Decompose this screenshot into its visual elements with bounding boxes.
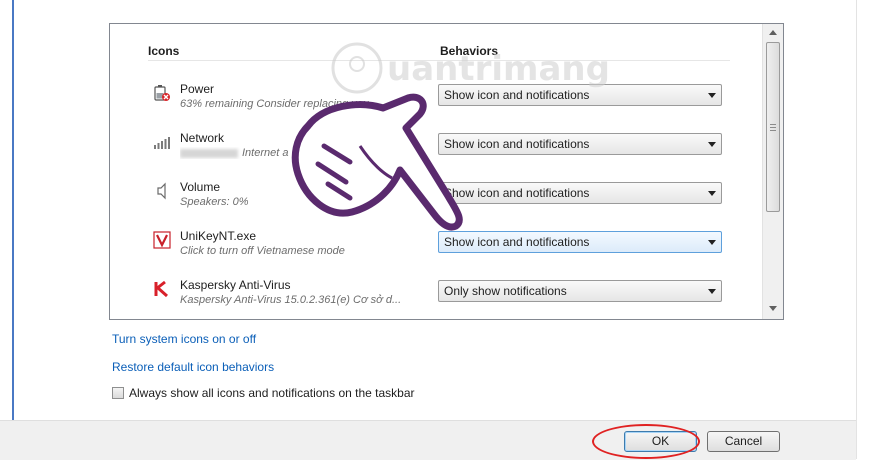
turn-system-icons-link[interactable]: Turn system icons on or off [112,332,256,346]
vertical-scrollbar[interactable] [762,24,783,319]
list-item-network: Network Internet a Show icon and notific… [110,128,760,174]
grip-line [770,130,776,131]
scroll-down-arrow-icon[interactable] [769,306,777,311]
item-name: UniKeyNT.exe [180,229,257,243]
behavior-dropdown-network[interactable]: Show icon and notifications [438,133,722,155]
unikey-v-icon [153,231,171,249]
item-description: 63% remaining Consider replacing you [180,98,369,110]
list-item-unikey: UniKeyNT.exe Click to turn off Vietnames… [110,226,760,272]
always-show-checkbox[interactable] [112,387,124,399]
dropdown-value: Show icon and notifications [444,235,590,249]
chevron-down-icon [708,191,716,196]
network-signal-icon [153,133,171,151]
chevron-down-icon [708,93,716,98]
behavior-dropdown-volume[interactable]: Show icon and notifications [438,182,722,204]
always-show-label: Always show all icons and notifications … [129,386,415,400]
notification-icons-list: Icons Behaviors Power 63% remaining Cons… [109,23,784,320]
list-item-kaspersky: Kaspersky Anti-Virus Kaspersky Anti-Viru… [110,275,760,319]
cancel-button[interactable]: Cancel [707,431,780,452]
item-name: Kaspersky Anti-Virus [180,278,291,292]
ok-button[interactable]: OK [624,431,697,452]
item-name: Volume [180,180,221,194]
header-divider [148,60,730,61]
restore-default-behaviors-link[interactable]: Restore default icon behaviors [112,360,274,374]
item-description: Click to turn off Vietnamese mode [180,245,345,257]
behavior-dropdown-unikey[interactable]: Show icon and notifications [438,231,722,253]
column-header-behaviors: Behaviors [440,44,499,58]
window-left-border [12,0,14,459]
chevron-down-icon [708,289,716,294]
list-item-volume: Volume Speakers: 0% Show icon and notifi… [110,177,760,223]
chevron-down-icon [708,240,716,245]
column-header-icons: Icons [148,44,180,58]
item-name: Network [180,131,225,145]
chevron-down-icon [708,142,716,147]
kaspersky-k-icon [153,280,171,298]
scroll-up-arrow-icon[interactable] [769,30,777,35]
dropdown-value: Show icon and notifications [444,137,590,151]
grip-line [770,124,776,125]
item-description: Speakers: 0% [180,196,249,208]
item-description: Internet a [180,147,420,159]
window-right-border [856,0,857,459]
grip-line [770,127,776,128]
item-name: Power [180,82,215,96]
list-item-power: Power 63% remaining Consider replacing y… [110,79,760,125]
behavior-dropdown-kaspersky[interactable]: Only show notifications [438,280,722,302]
battery-icon [153,84,171,102]
dropdown-value: Only show notifications [444,284,567,298]
item-description: Kaspersky Anti-Virus 15.0.2.361(e) Cơ sở… [180,294,402,306]
dropdown-value: Show icon and notifications [444,186,590,200]
behavior-dropdown-power[interactable]: Show icon and notifications [438,84,722,106]
speaker-icon [153,182,171,200]
redacted-network-name [180,148,238,158]
scroll-thumb[interactable] [766,42,780,212]
dropdown-value: Show icon and notifications [444,88,590,102]
